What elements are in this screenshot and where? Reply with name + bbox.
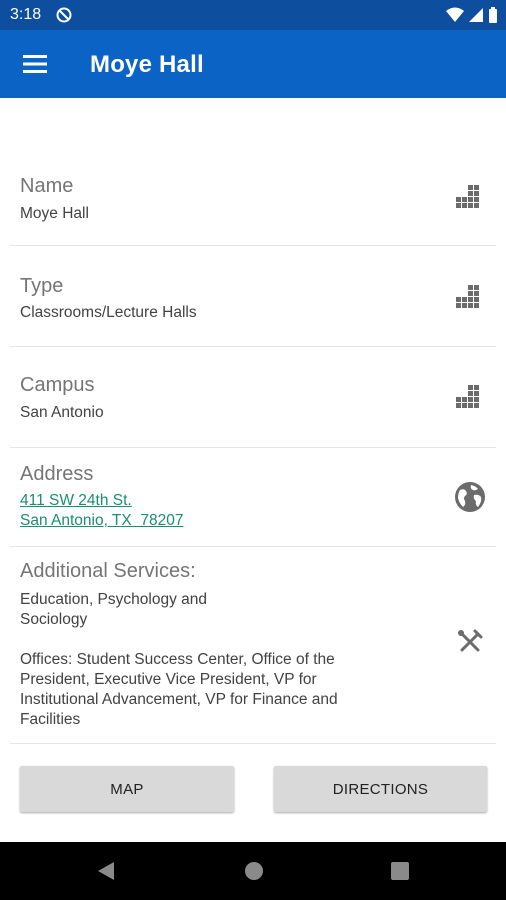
back-icon[interactable]: [96, 860, 116, 887]
type-label: Type: [20, 275, 64, 297]
offices-line1: Offices: Student Success Center, Office …: [20, 651, 335, 668]
address-label: Address: [20, 463, 94, 485]
menu-icon[interactable]: [22, 52, 48, 76]
directions-button[interactable]: DIRECTIONS: [274, 766, 487, 812]
detail-content: Name Moye Hall Type Classrooms/Lecture H…: [0, 98, 506, 842]
battery-icon: [488, 7, 498, 28]
type-row: Type Classrooms/Lecture Halls: [10, 247, 496, 347]
globe-icon[interactable]: [454, 481, 486, 518]
home-icon[interactable]: [243, 860, 265, 887]
name-row: Name Moye Hall: [10, 158, 496, 246]
building-icon: [456, 382, 484, 415]
name-label: Name: [20, 175, 74, 197]
tools-icon: [456, 628, 484, 661]
services-line2: Sociology: [20, 611, 88, 628]
campus-label: Campus: [20, 374, 95, 396]
app-bar: Moye Hall: [0, 30, 506, 98]
name-value: Moye Hall: [20, 205, 89, 222]
system-nav-bar: [0, 842, 506, 900]
page-title: Moye Hall: [90, 51, 204, 78]
wifi-icon: [446, 7, 464, 28]
status-bar: 3:18: [0, 0, 506, 30]
status-time: 3:18: [10, 6, 42, 23]
services-line1: Education, Psychology and: [20, 591, 207, 608]
address-row: Address 411 SW 24th St. San Antonio, TX …: [10, 449, 496, 547]
address-line1-link[interactable]: 411 SW 24th St.: [20, 491, 132, 511]
status-icons: [446, 7, 498, 28]
offices-line2: President, Executive Vice President, VP …: [20, 671, 317, 688]
type-value: Classrooms/Lecture Halls: [20, 304, 197, 321]
campus-value: San Antonio: [20, 404, 104, 421]
services-row: Additional Services: Education, Psycholo…: [10, 548, 496, 744]
offices-line4: Facilities: [20, 711, 81, 728]
address-line2-link[interactable]: San Antonio, TX 78207: [20, 511, 183, 531]
do-not-disturb-icon: [56, 7, 72, 28]
campus-row: Campus San Antonio: [10, 348, 496, 448]
offices-line3: Institutional Advancement, VP for Financ…: [20, 691, 338, 708]
recents-icon[interactable]: [390, 860, 410, 887]
building-icon: [456, 182, 484, 215]
building-icon: [456, 282, 484, 315]
signal-icon: [468, 7, 484, 28]
map-button[interactable]: MAP: [20, 766, 234, 812]
services-label: Additional Services:: [20, 560, 196, 582]
